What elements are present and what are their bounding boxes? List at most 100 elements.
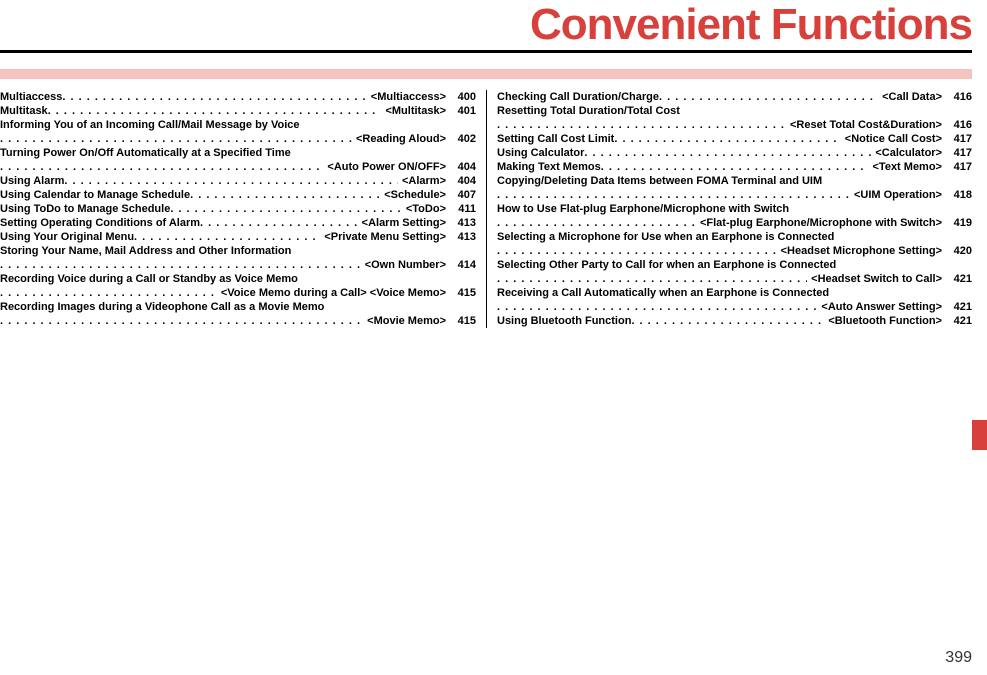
toc-content: Multiaccess<Multiaccess>400Multitask<Mul…: [0, 90, 972, 328]
leader-dots: [48, 104, 382, 118]
toc-label: Receiving a Call Automatically when an E…: [497, 286, 972, 300]
toc-label: Informing You of an Incoming Call/Mail M…: [0, 118, 476, 132]
toc-page: 418: [942, 188, 972, 202]
leader-dots: [170, 202, 402, 216]
toc-page: 415: [446, 286, 476, 300]
toc-tag: <Headset Switch to Call>: [807, 272, 942, 286]
toc-page: 421: [942, 272, 972, 286]
toc-label: Using Bluetooth Function: [497, 314, 631, 328]
leader-dots: [497, 244, 777, 258]
toc-row: <Headset Microphone Setting>420: [497, 244, 972, 258]
toc-tag: <Reset Total Cost&Duration>: [786, 118, 942, 132]
toc-tag: <Multitask>: [381, 104, 446, 118]
toc-row: Checking Call Duration/Charge <Call Data>…: [497, 90, 972, 104]
toc-label: Setting Operating Conditions of Alarm: [0, 216, 200, 230]
leader-dots: [584, 146, 871, 160]
toc-row: Multitask<Multitask>401: [0, 104, 476, 118]
toc-row: Using Calendar to Manage Schedule <Schedu…: [0, 188, 476, 202]
toc-label: Copying/Deleting Data Items between FOMA…: [497, 174, 972, 188]
toc-tag: <Notice Call Cost>: [841, 132, 942, 146]
leader-dots: [0, 314, 363, 328]
page-number: 399: [945, 649, 972, 667]
toc-label: Making Text Memos: [497, 160, 601, 174]
toc-page: 420: [942, 244, 972, 258]
toc-page: 416: [942, 118, 972, 132]
toc-page: 415: [446, 314, 476, 328]
toc-page: 413: [446, 216, 476, 230]
leader-dots: [0, 286, 217, 300]
side-tab: [972, 420, 987, 450]
toc-tag: <Call Data>: [878, 90, 942, 104]
toc-label: Resetting Total Duration/Total Cost: [497, 104, 972, 118]
toc-tag: <Auto Answer Setting>: [817, 300, 942, 314]
toc-tag: <Movie Memo>: [363, 314, 446, 328]
toc-page: 417: [942, 160, 972, 174]
toc-label: How to Use Flat-plug Earphone/Microphone…: [497, 202, 972, 216]
toc-label: Checking Call Duration/Charge: [497, 90, 659, 104]
leader-dots: [62, 90, 366, 104]
leader-dots: [614, 132, 840, 146]
toc-page: 413: [446, 230, 476, 244]
toc-page: 401: [446, 104, 476, 118]
toc-tag: <Reading Aloud>: [352, 132, 446, 146]
leader-dots: [659, 90, 878, 104]
toc-row: <Reset Total Cost&Duration>416: [497, 118, 972, 132]
toc-tag: <Alarm Setting>: [358, 216, 446, 230]
toc-label: Recording Images during a Videophone Cal…: [0, 300, 476, 314]
toc-tag: <Bluetooth Function>: [824, 314, 942, 328]
toc-page: 421: [942, 300, 972, 314]
toc-row: <Reading Aloud>402: [0, 132, 476, 146]
toc-tag: <UIM Operation>: [850, 188, 942, 202]
toc-tag: <Flat-plug Earphone/Microphone with Swit…: [696, 216, 942, 230]
toc-row: <Headset Switch to Call>421: [497, 272, 972, 286]
toc-page: 417: [942, 146, 972, 160]
toc-row: <Auto Power ON/OFF>404: [0, 160, 476, 174]
toc-label: Using ToDo to Manage Schedule: [0, 202, 170, 216]
toc-tag: <Auto Power ON/OFF>: [323, 160, 446, 174]
toc-label: Using Your Original Menu: [0, 230, 134, 244]
toc-label: Using Calculator: [497, 146, 584, 160]
toc-tag: <Headset Microphone Setting>: [777, 244, 942, 258]
accent-band: [0, 69, 972, 79]
toc-label: Using Calendar to Manage Schedule: [0, 188, 190, 202]
leader-dots: [601, 160, 869, 174]
toc-row: Setting Call Cost Limit<Notice Call Cost…: [497, 132, 972, 146]
toc-label: Selecting a Microphone for Use when an E…: [497, 230, 972, 244]
toc-page: 414: [446, 258, 476, 272]
toc-col-left: Multiaccess<Multiaccess>400Multitask<Mul…: [0, 90, 486, 328]
toc-page: 421: [942, 314, 972, 328]
toc-tag: <ToDo>: [402, 202, 446, 216]
toc-page: 402: [446, 132, 476, 146]
toc-tag: <Schedule>: [380, 188, 446, 202]
toc-page: 417: [942, 132, 972, 146]
toc-page: 411: [446, 202, 476, 216]
toc-col-right: Checking Call Duration/Charge <Call Data>…: [486, 90, 972, 328]
chapter-title: Convenient Functions: [530, 0, 972, 50]
leader-dots: [497, 118, 786, 132]
toc-tag: <Text Memo>: [869, 160, 943, 174]
toc-tag: <Voice Memo during a Call> <Voice Memo>: [217, 286, 446, 300]
leader-dots: [64, 174, 398, 188]
toc-page: 404: [446, 174, 476, 188]
leader-dots: [0, 160, 323, 174]
leader-dots: [497, 300, 817, 314]
toc-row: Using ToDo to Manage Schedule <ToDo>411: [0, 202, 476, 216]
toc-row: <UIM Operation>418: [497, 188, 972, 202]
toc-label: Using Alarm: [0, 174, 64, 188]
toc-row: <Auto Answer Setting>421: [497, 300, 972, 314]
toc-tag: <Private Menu Setting>: [320, 230, 446, 244]
leader-dots: [0, 258, 361, 272]
toc-row: Setting Operating Conditions of Alarm <Al…: [0, 216, 476, 230]
toc-row: Using Alarm<Alarm>404: [0, 174, 476, 188]
leader-dots: [200, 216, 358, 230]
toc-row: Using Bluetooth Function <Bluetooth Funct…: [497, 314, 972, 328]
toc-row: <Movie Memo>415: [0, 314, 476, 328]
toc-page: 416: [942, 90, 972, 104]
leader-dots: [134, 230, 320, 244]
toc-row: <Voice Memo during a Call> <Voice Memo>4…: [0, 286, 476, 300]
toc-row: <Flat-plug Earphone/Microphone with Swit…: [497, 216, 972, 230]
leader-dots: [190, 188, 380, 202]
leader-dots: [497, 216, 696, 230]
toc-tag: <Own Number>: [361, 258, 446, 272]
toc-label: Recording Voice during a Call or Standby…: [0, 272, 476, 286]
